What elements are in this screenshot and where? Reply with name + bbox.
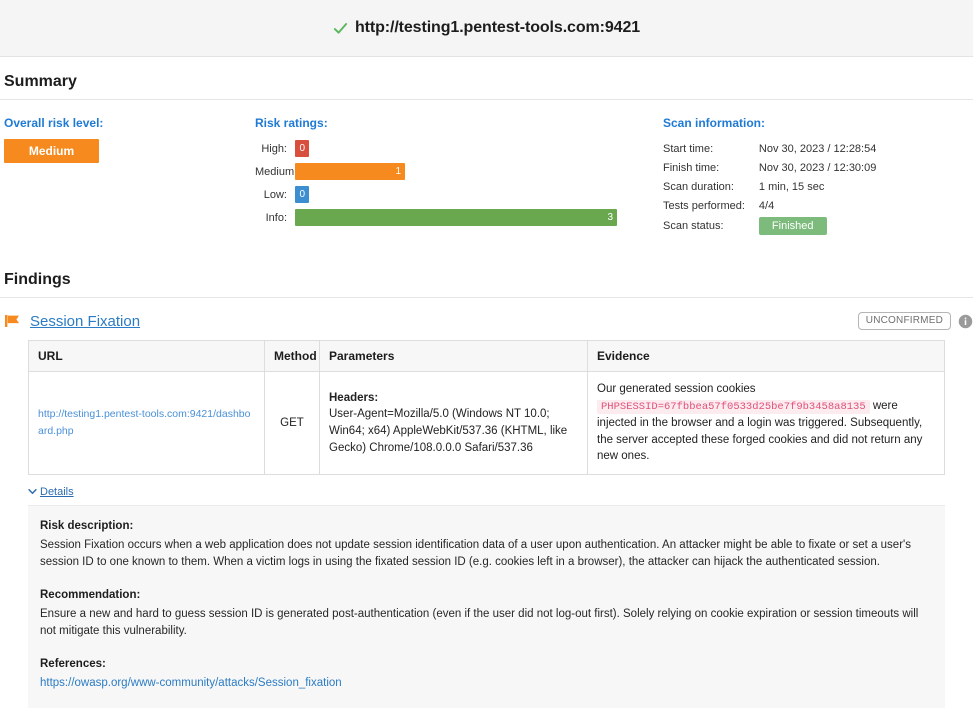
cell-evidence: Our generated session cookies PHPSESSID=… [588, 372, 945, 475]
scan-info-row-tests: Tests performed: 4/4 [663, 196, 876, 215]
evidence-text-before: Our generated session cookies [597, 383, 756, 395]
evidence-header-row: URL Method Parameters Evidence [29, 341, 945, 372]
evidence-table-wrapper: URL Method Parameters Evidence http://te… [0, 340, 973, 475]
scan-info-key-tests: Tests performed: [663, 196, 759, 215]
scan-info-row-status: Scan status: Finished [663, 215, 876, 237]
header-title-group: http://testing1.pentest-tools.com:9421 [333, 19, 640, 37]
evidence-table: URL Method Parameters Evidence http://te… [28, 340, 945, 475]
overall-risk-label: Overall risk level: [4, 116, 255, 130]
parameters-value: User-Agent=Mozilla/5.0 (Windows NT 10.0;… [329, 406, 578, 456]
summary-heading: Summary [0, 57, 973, 99]
overall-risk-column: Overall risk level: Medium [0, 116, 255, 237]
rating-label-high: High: [255, 143, 295, 155]
rating-bar-high: 0 [295, 140, 309, 157]
scan-info-value-finish-time: Nov 30, 2023 / 12:30:09 [759, 158, 876, 177]
rating-row-info: Info: 3 [255, 208, 655, 227]
findings-section: Findings Session Fixation UNCONFIRMED UR… [0, 255, 973, 708]
rating-row-medium: Medium: 1 [255, 162, 655, 181]
column-header-parameters: Parameters [320, 341, 588, 372]
details-toggle-label[interactable]: Details [40, 486, 74, 498]
check-icon [333, 21, 348, 36]
risk-description-text: Session Fixation occurs when a web appli… [40, 537, 933, 572]
scan-info-value-tests: 4/4 [759, 196, 876, 215]
summary-section: Summary Overall risk level: Medium Risk … [0, 57, 973, 255]
scan-info-key-finish-time: Finish time: [663, 158, 759, 177]
scan-information-column: Scan information: Start time: Nov 30, 20… [655, 116, 973, 237]
details-panel: Risk description: Session Fixation occur… [28, 505, 945, 708]
scan-information-label: Scan information: [663, 116, 973, 130]
scan-info-row-finish-time: Finish time: Nov 30, 2023 / 12:30:09 [663, 158, 876, 177]
summary-content: Overall risk level: Medium Risk ratings:… [0, 100, 973, 255]
references-label: References: [40, 658, 933, 670]
status-badge-unconfirmed: UNCONFIRMED [858, 312, 951, 330]
recommendation-label: Recommendation: [40, 589, 933, 601]
scan-info-value-duration: 1 min, 15 sec [759, 177, 876, 196]
risk-description-label: Risk description: [40, 520, 933, 532]
scan-information-table: Start time: Nov 30, 2023 / 12:28:54 Fini… [663, 139, 876, 237]
reference-link[interactable]: https://owasp.org/www-community/attacks/… [40, 677, 342, 689]
page-header-banner: http://testing1.pentest-tools.com:9421 [0, 0, 973, 57]
cell-url: http://testing1.pentest-tools.com:9421/d… [29, 372, 265, 475]
parameters-label: Headers: [329, 390, 578, 407]
rating-label-low: Low: [255, 189, 295, 201]
finding-url-link[interactable]: http://testing1.pentest-tools.com:9421/d… [38, 408, 250, 437]
flag-icon [4, 313, 21, 329]
finding-title-link[interactable]: Session Fixation [30, 313, 858, 330]
overall-risk-badge: Medium [4, 139, 99, 163]
rating-label-info: Info: [255, 212, 295, 224]
scan-info-key-start-time: Start time: [663, 139, 759, 158]
finding-header: Session Fixation UNCONFIRMED [0, 298, 973, 340]
evidence-cookie-code: PHPSESSID=67fbbea57f0533d25be7f9b3458a81… [597, 400, 870, 414]
rating-bar-low: 0 [295, 186, 309, 203]
scan-info-value-start-time: Nov 30, 2023 / 12:28:54 [759, 139, 876, 158]
references-list: https://owasp.org/www-community/attacks/… [40, 675, 933, 692]
info-icon[interactable] [958, 314, 973, 329]
scan-info-key-duration: Scan duration: [663, 177, 759, 196]
scan-info-value-status: Finished [759, 215, 876, 237]
rating-row-high: High: 0 [255, 139, 655, 158]
scan-info-row-start-time: Start time: Nov 30, 2023 / 12:28:54 [663, 139, 876, 158]
column-header-url: URL [29, 341, 265, 372]
cell-method: GET [265, 372, 320, 475]
rating-bar-medium: 1 [295, 163, 405, 180]
page-title: http://testing1.pentest-tools.com:9421 [355, 19, 640, 37]
evidence-table-body: http://testing1.pentest-tools.com:9421/d… [29, 372, 945, 475]
scan-info-key-status: Scan status: [663, 215, 759, 237]
column-header-evidence: Evidence [588, 341, 945, 372]
column-header-method: Method [265, 341, 320, 372]
rating-label-medium: Medium: [255, 166, 295, 178]
details-toggle[interactable]: Details [0, 475, 973, 505]
risk-ratings-label: Risk ratings: [255, 116, 655, 130]
scan-info-row-duration: Scan duration: 1 min, 15 sec [663, 177, 876, 196]
status-badge: Finished [759, 217, 827, 235]
cell-parameters: Headers: User-Agent=Mozilla/5.0 (Windows… [320, 372, 588, 475]
findings-heading: Findings [0, 255, 973, 297]
table-row: http://testing1.pentest-tools.com:9421/d… [29, 372, 945, 475]
chevron-down-icon [28, 487, 37, 496]
recommendation-text: Ensure a new and hard to guess session I… [40, 606, 933, 641]
risk-ratings-chart: High: 0 Medium: 1 Low: 0 Info: 3 [255, 139, 655, 227]
rating-row-low: Low: 0 [255, 185, 655, 204]
risk-ratings-column: Risk ratings: High: 0 Medium: 1 Low: 0 I… [255, 116, 655, 237]
evidence-table-head: URL Method Parameters Evidence [29, 341, 945, 372]
rating-bar-info: 3 [295, 209, 617, 226]
